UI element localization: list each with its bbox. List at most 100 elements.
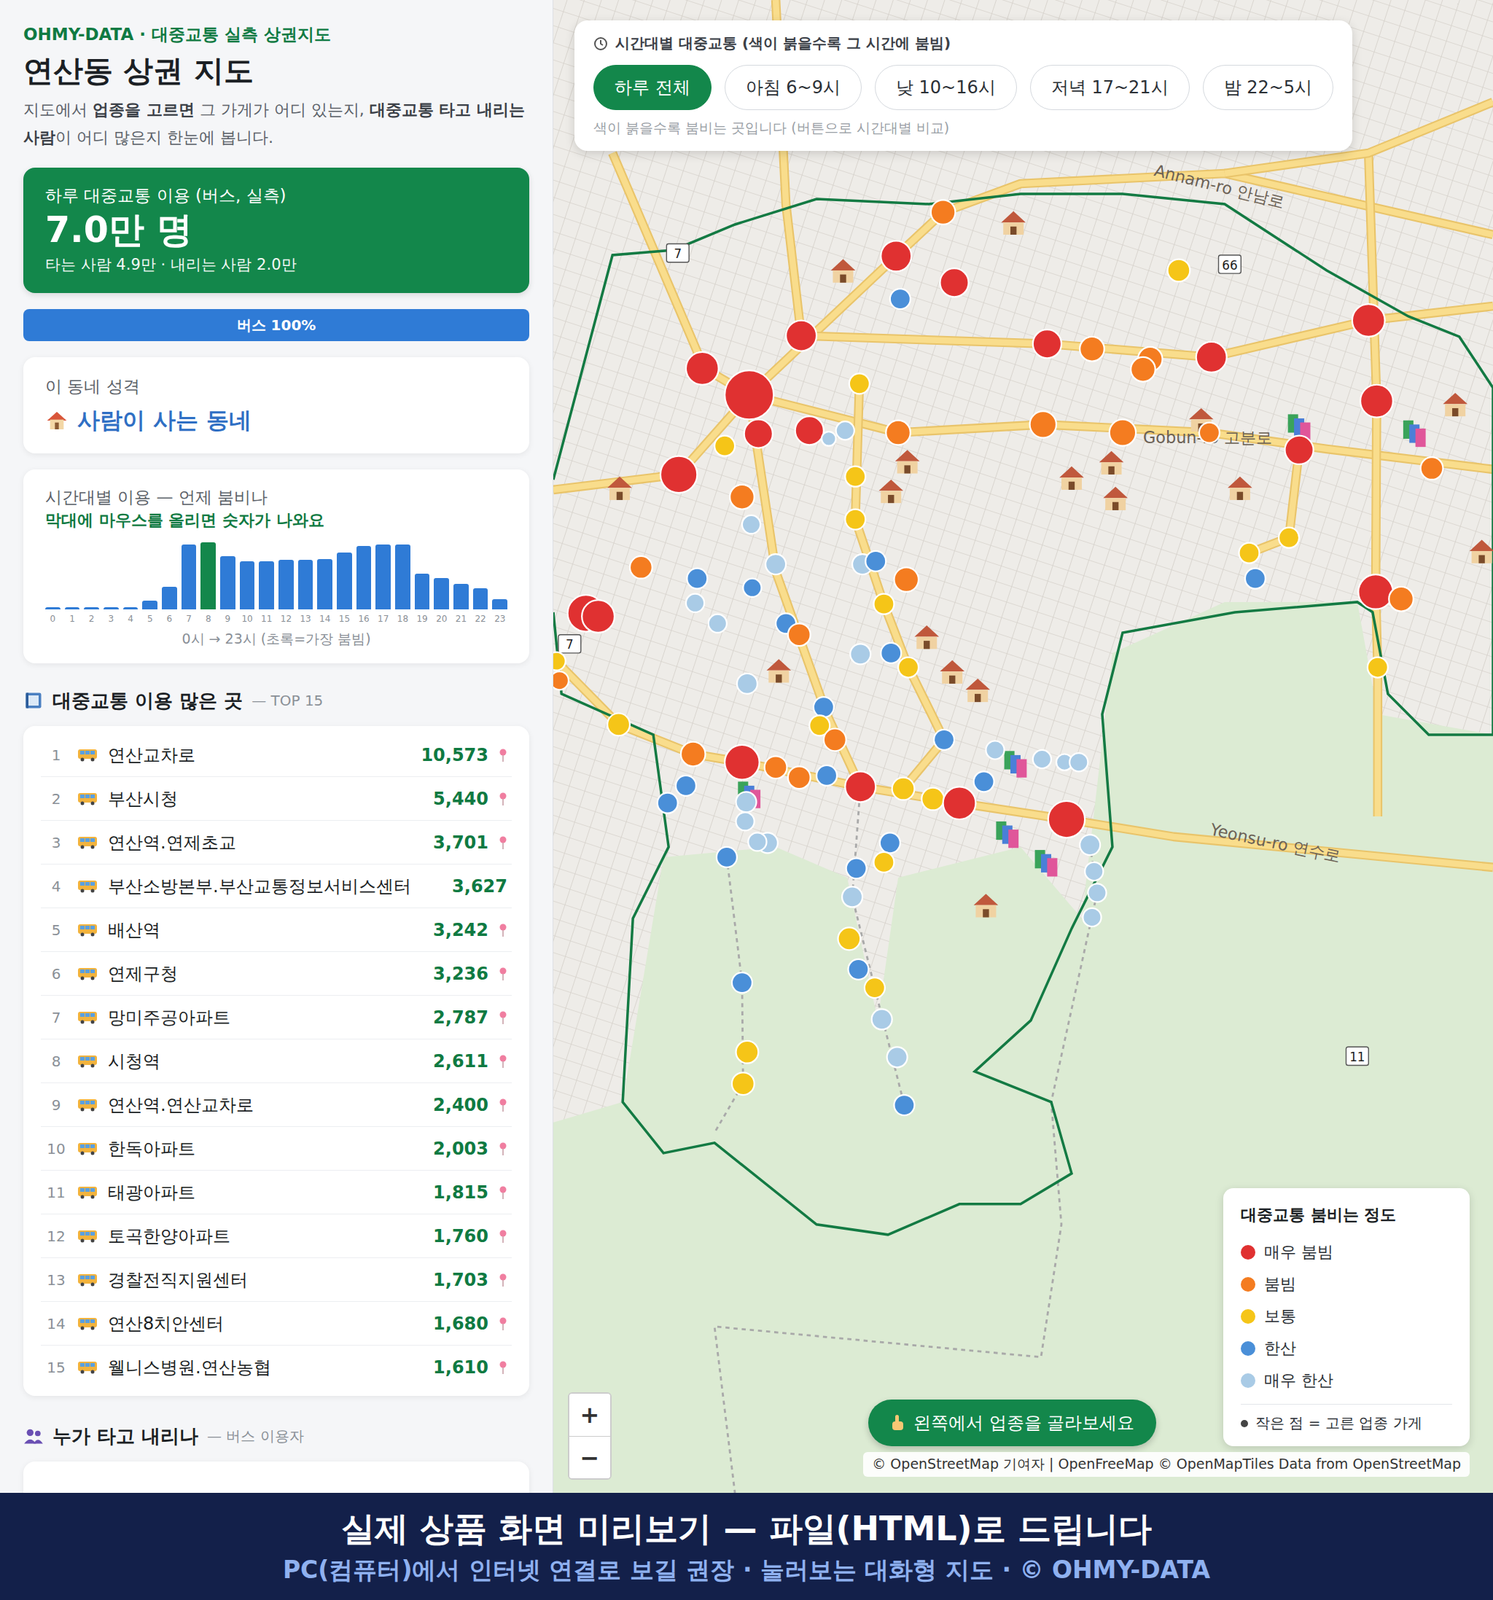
school-icon[interactable]	[939, 660, 965, 684]
bus-stop-marker[interactable]	[871, 1008, 893, 1030]
bus-stop-marker[interactable]	[736, 1041, 759, 1064]
time-filter-button[interactable]: 낮 10~16시	[874, 64, 1017, 111]
bus-stop-marker[interactable]	[1352, 303, 1386, 337]
school-icon[interactable]	[973, 893, 999, 918]
pin-icon[interactable]	[498, 1316, 508, 1332]
pin-icon[interactable]	[498, 1141, 508, 1157]
bus-stop-marker[interactable]	[1360, 384, 1394, 418]
chart-bar[interactable]	[83, 607, 100, 610]
stop-row[interactable]: 5 배산역 3,242	[40, 908, 512, 953]
stop-row[interactable]: 6 연제구청 3,236	[40, 952, 512, 996]
bus-stop-marker[interactable]	[724, 370, 774, 420]
bus-stop-marker[interactable]	[1109, 419, 1136, 446]
bus-stop-marker[interactable]	[607, 713, 630, 737]
pin-icon[interactable]	[498, 1272, 508, 1288]
school-icon[interactable]	[607, 476, 633, 501]
bus-stop-marker[interactable]	[1199, 422, 1220, 444]
pin-icon[interactable]	[498, 1010, 508, 1025]
pin-icon[interactable]	[498, 835, 508, 851]
bus-stop-marker[interactable]	[844, 466, 866, 487]
bus-stop-marker[interactable]	[844, 771, 876, 802]
bus-stop-marker[interactable]	[685, 352, 719, 385]
bus-stop-marker[interactable]	[724, 745, 760, 781]
bus-stop-marker[interactable]	[890, 288, 911, 310]
bus-stop-marker[interactable]	[892, 777, 915, 801]
school-icon[interactable]	[1469, 540, 1493, 564]
time-filter-button[interactable]: 밤 22~5시	[1202, 64, 1335, 111]
bus-stop-marker[interactable]	[795, 416, 824, 445]
bus-stop-marker[interactable]	[708, 614, 727, 633]
bus-stop-marker[interactable]	[553, 652, 566, 671]
bus-stop-marker[interactable]	[847, 959, 869, 980]
bus-stop-marker[interactable]	[1032, 750, 1052, 769]
chart-bar[interactable]	[258, 561, 275, 610]
bus-stop-marker[interactable]	[1245, 568, 1266, 590]
stop-row[interactable]: 2 부산시청 5,440	[40, 777, 512, 821]
bus-stop-marker[interactable]	[742, 515, 761, 534]
stop-row[interactable]: 15 웰니스병원.연산농협 1,610	[40, 1345, 512, 1389]
bus-stop-marker[interactable]	[846, 858, 867, 879]
time-filter-button[interactable]: 저녁 17~21시	[1030, 64, 1190, 111]
bus-stop-marker[interactable]	[736, 812, 755, 831]
bus-stop-marker[interactable]	[686, 568, 708, 590]
bus-stop-marker[interactable]	[864, 977, 886, 999]
bus-stop-marker[interactable]	[850, 643, 871, 665]
bus-stop-marker[interactable]	[823, 729, 847, 752]
bus-stop-marker[interactable]	[716, 847, 738, 868]
school-icon[interactable]	[914, 625, 939, 649]
school-icon[interactable]	[1000, 211, 1026, 235]
bus-stop-marker[interactable]	[1388, 586, 1414, 612]
bus-stop-marker[interactable]	[821, 431, 837, 447]
bus-stop-marker[interactable]	[1079, 336, 1105, 362]
bus-stop-marker[interactable]	[849, 373, 870, 394]
stop-row[interactable]: 7 망미주공아파트 2,787	[40, 995, 512, 1040]
stop-row[interactable]: 3 연산역.연제초교 3,701	[40, 820, 512, 865]
bus-stop-marker[interactable]	[893, 1094, 915, 1116]
bus-stop-marker[interactable]	[765, 554, 786, 575]
time-filter-button[interactable]: 아침 6~9시	[724, 64, 862, 111]
bus-stop-marker[interactable]	[788, 766, 811, 789]
bus-stop-marker[interactable]	[742, 578, 762, 598]
pin-icon[interactable]	[498, 1185, 508, 1200]
bus-stop-marker[interactable]	[879, 832, 901, 853]
bus-stop-marker[interactable]	[675, 775, 697, 797]
chart-bar[interactable]	[103, 607, 119, 610]
bus-stop-marker[interactable]	[1196, 341, 1227, 373]
bus-stop-marker[interactable]	[1278, 527, 1300, 549]
bus-stop-marker[interactable]	[581, 599, 615, 633]
school-icon[interactable]	[831, 259, 856, 283]
school-icon[interactable]	[1442, 392, 1468, 417]
bus-stop-marker[interactable]	[1284, 435, 1313, 465]
bus-stop-marker[interactable]	[737, 673, 758, 695]
chart-bar[interactable]	[123, 607, 139, 610]
stop-row[interactable]: 10 한독아파트 2,003	[40, 1127, 512, 1171]
bus-stop-marker[interactable]	[893, 567, 919, 592]
chart-bar[interactable]	[356, 546, 372, 610]
bus-stop-marker[interactable]	[898, 657, 919, 678]
stop-row[interactable]: 8 시청역 2,611	[40, 1039, 512, 1084]
bus-stop-marker[interactable]	[933, 729, 955, 751]
chart-bar[interactable]	[181, 544, 197, 610]
zoom-button[interactable]: −	[569, 1436, 611, 1479]
bus-stop-marker[interactable]	[880, 240, 912, 272]
school-icon[interactable]	[878, 479, 904, 504]
chart-bar[interactable]	[375, 544, 391, 610]
chart-bar[interactable]	[64, 607, 81, 610]
bus-stop-marker[interactable]	[747, 832, 767, 851]
pin-icon[interactable]	[498, 1229, 508, 1244]
bus-stop-marker[interactable]	[880, 642, 902, 664]
bus-stop-marker[interactable]	[1358, 574, 1394, 610]
shop-books-icon[interactable]	[1004, 750, 1028, 778]
pin-icon[interactable]	[498, 747, 508, 763]
bus-stop-marker[interactable]	[1167, 259, 1191, 283]
bus-stop-marker[interactable]	[813, 696, 834, 718]
bus-stop-marker[interactable]	[873, 852, 894, 873]
bus-stop-marker[interactable]	[714, 435, 735, 457]
school-icon[interactable]	[1227, 476, 1253, 501]
shop-books-icon[interactable]	[1403, 420, 1426, 447]
bus-stop-marker[interactable]	[973, 771, 995, 792]
bus-stop-marker[interactable]	[736, 791, 757, 813]
chart-bar[interactable]	[161, 586, 178, 610]
time-filter-button[interactable]: 하루 전체	[593, 64, 712, 111]
bus-stop-marker[interactable]	[985, 740, 1004, 759]
